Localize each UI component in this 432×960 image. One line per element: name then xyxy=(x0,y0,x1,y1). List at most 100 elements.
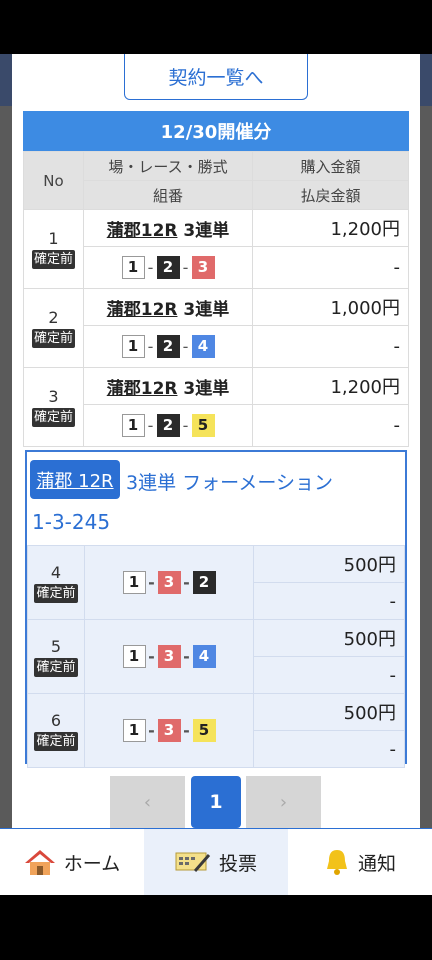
boat-number: 5 xyxy=(191,414,215,437)
payout-amount: - xyxy=(253,730,405,768)
date-header: 12/30開催分 xyxy=(23,111,409,151)
formation-table: 4 確定前 1-3-2 500円 - 5 確定前 1 - 3 - 4 500円 … xyxy=(27,545,405,768)
separator: - xyxy=(182,416,189,435)
bet-no-cell: 1 確定前 xyxy=(23,209,84,289)
bottom-tab-bar: ホーム 投票 通知 xyxy=(0,828,432,895)
status-badge: 確定前 xyxy=(31,408,75,427)
status-badge: 確定前 xyxy=(31,250,75,269)
purchase-amount: 1,200円 xyxy=(252,209,409,247)
tab-vote-label: 投票 xyxy=(218,852,257,875)
combination-cell: 1-2-5 xyxy=(83,404,253,447)
combination-cell: 1-2-4 xyxy=(83,325,253,368)
pagination: ‹ 1 › xyxy=(12,776,420,828)
system-nav-bar xyxy=(0,895,432,960)
payout-amount: - xyxy=(253,656,405,694)
boat-number: 4 xyxy=(191,335,215,358)
purchase-amount: 1,200円 xyxy=(252,367,409,405)
race-cell: 蒲郡12R 3連単 xyxy=(83,288,253,326)
formation-block: 蒲郡 12R 3連単 フォーメーション 1-3-245 4 確定前 1-3-2 … xyxy=(25,450,407,768)
separator: - xyxy=(147,416,154,435)
bet-number: 2 xyxy=(48,308,59,327)
table-row[interactable]: 5 確定前 1-3-4 500円 xyxy=(27,619,405,694)
app-screen: 契約一覧へ 12/30開催分 No 場・レース・勝式 購入金額 組番 払戻金額 … xyxy=(0,54,432,895)
separator: - xyxy=(183,721,190,740)
bet-number: 3 xyxy=(48,387,59,406)
bet-table: No 場・レース・勝式 購入金額 組番 払戻金額 1 確定前 蒲郡12R 3連単… xyxy=(23,151,409,447)
bet-no-cell: 5 確定前 xyxy=(27,619,85,694)
combination-cell: 1-3-5 xyxy=(84,693,254,768)
status-badge: 確定前 xyxy=(31,329,75,348)
bet-number: 1 xyxy=(48,229,59,248)
tab-home-label: ホーム xyxy=(63,852,121,875)
status-badge: 確定前 xyxy=(34,583,78,603)
bet-no-cell: 4 確定前 xyxy=(27,545,85,620)
boat-number: 5 xyxy=(192,719,216,742)
table-row[interactable]: 2 確定前 蒲郡12R 3連単 1,000円 xyxy=(23,288,409,368)
venue-race-link[interactable]: 蒲郡12R xyxy=(107,300,178,320)
payout-amount: - xyxy=(253,582,405,620)
status-badge: 確定前 xyxy=(34,657,78,677)
formation-type: 3連単 フォーメーション xyxy=(126,472,333,494)
tab-home[interactable]: ホーム xyxy=(0,829,144,895)
table-row[interactable]: 3 確定前 蒲郡12R 3連単 1,200円 xyxy=(23,367,409,447)
table-row[interactable]: 6 確定前 1-3-5 500円 xyxy=(27,693,405,768)
separator: - xyxy=(182,337,189,356)
boat-number: 3 xyxy=(157,645,181,668)
purchase-amount: 500円 xyxy=(253,693,405,731)
boat-number: 1 xyxy=(121,414,145,437)
header-venue-race-type: 場・レース・勝式 xyxy=(83,151,253,181)
table-row[interactable]: 1 確定前 蒲郡12R 3連単 1,200円 xyxy=(23,209,409,289)
venue-race-link[interactable]: 蒲郡12R xyxy=(107,379,178,399)
venue-race-link[interactable]: 蒲郡12R xyxy=(107,221,178,241)
contract-list-button[interactable]: 契約一覧へ xyxy=(124,54,308,100)
prev-page-button[interactable]: ‹ xyxy=(110,776,185,828)
home-icon xyxy=(24,850,55,875)
purchase-amount: 500円 xyxy=(253,545,405,583)
header-combination: 組番 xyxy=(83,180,253,210)
purchase-amount: 1,000円 xyxy=(252,288,409,326)
boat-number: 1 xyxy=(121,335,145,358)
combination-cell: 1-2-3 xyxy=(83,246,253,289)
bet-no-cell: 6 確定前 xyxy=(27,693,85,768)
separator: - xyxy=(148,647,155,666)
bet-type: 3連単 xyxy=(183,220,230,241)
status-badge: 確定前 xyxy=(34,731,78,751)
bet-no-cell: 3 確定前 xyxy=(23,367,84,447)
boat-number: 2 xyxy=(192,571,216,594)
bet-no-cell: 2 確定前 xyxy=(23,288,84,368)
boat-number: 3 xyxy=(157,719,181,742)
tab-notify[interactable]: 通知 xyxy=(288,829,432,895)
payout-amount: - xyxy=(252,325,409,368)
tab-vote[interactable]: 投票 xyxy=(144,829,288,895)
header-no: No xyxy=(23,151,84,210)
boat-number: 1 xyxy=(122,571,146,594)
bet-number: 6 xyxy=(50,710,62,730)
table-row[interactable]: 4 確定前 1-3-2 500円 xyxy=(27,545,405,620)
separator: - xyxy=(183,647,190,666)
ticket-icon xyxy=(175,852,211,872)
header-payout-amount: 払戻金額 xyxy=(252,180,409,210)
tab-notify-label: 通知 xyxy=(357,852,396,875)
formation-venue-link[interactable]: 蒲郡 12R xyxy=(30,460,120,499)
race-cell: 蒲郡12R 3連単 xyxy=(83,209,253,247)
boat-number: 1 xyxy=(122,719,146,742)
payout-amount: - xyxy=(252,246,409,289)
combination-cell: 1-3-2 xyxy=(84,545,254,620)
separator: - xyxy=(148,573,155,592)
separator: - xyxy=(147,258,154,277)
bell-icon xyxy=(326,850,347,875)
boat-number: 2 xyxy=(156,414,180,437)
separator: - xyxy=(147,337,154,356)
bet-number: 4 xyxy=(50,562,62,582)
status-bar xyxy=(0,0,432,54)
bet-number: 5 xyxy=(50,636,62,656)
purchase-amount: 500円 xyxy=(253,619,405,657)
background-edge-right xyxy=(420,54,432,106)
background-edge-left xyxy=(0,54,12,106)
combination-cell: 1-3-4 xyxy=(84,619,254,694)
current-page-button[interactable]: 1 xyxy=(191,776,241,828)
bet-list-panel: 契約一覧へ 12/30開催分 No 場・レース・勝式 購入金額 組番 払戻金額 … xyxy=(12,54,420,829)
bet-type: 3連単 xyxy=(183,378,230,399)
next-page-button[interactable]: › xyxy=(246,776,321,828)
payout-amount: - xyxy=(252,404,409,447)
